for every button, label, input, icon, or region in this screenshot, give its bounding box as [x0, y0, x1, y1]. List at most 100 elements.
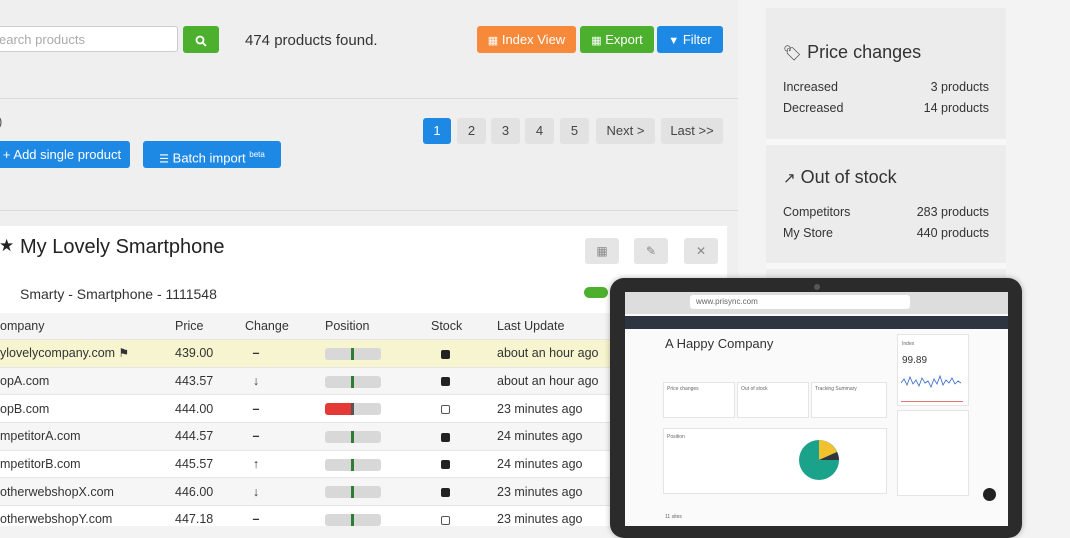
list-icon: ☰ — [159, 153, 170, 166]
delete-button[interactable]: ✕ — [684, 238, 718, 264]
calendar-icon: ▦ — [596, 244, 608, 258]
stock-cell — [431, 449, 497, 478]
decreased-value[interactable]: 14 products — [900, 101, 989, 115]
position-fill — [325, 403, 352, 416]
out-of-stock-title: Out of stock — [800, 167, 897, 187]
laptop-company-title: A Happy Company — [665, 336, 774, 351]
position-bar — [325, 514, 381, 527]
change-cell: – — [245, 394, 325, 423]
company-cell[interactable]: otherwebshopY.com — [0, 505, 175, 533]
company-cell[interactable]: ylovelycompany.com ⚑ — [0, 339, 175, 368]
mini-price-changes: Price changes — [663, 382, 735, 418]
company-cell[interactable]: opB.com — [0, 394, 175, 423]
position-bar — [325, 375, 381, 388]
company-cell[interactable]: otherwebshopX.com — [0, 477, 175, 506]
increased-value[interactable]: 3 products — [900, 80, 989, 94]
company-cell[interactable]: opA.com — [0, 366, 175, 395]
last-page-button[interactable]: Last >> — [661, 118, 723, 144]
position-cell — [325, 422, 431, 451]
column-company[interactable]: ompany — [0, 313, 175, 340]
export-button[interactable]: ▦ Export — [580, 26, 654, 53]
column-position[interactable]: Position — [325, 313, 431, 340]
edit-button[interactable]: ✎ — [634, 238, 668, 264]
mini-position-panel: Position — [663, 428, 887, 494]
position-bar — [325, 486, 381, 499]
position-marker — [351, 486, 354, 499]
position-marker — [351, 458, 354, 471]
batch-import-button[interactable]: ☰ Batch import beta — [143, 141, 281, 168]
mini-index-underline — [901, 401, 963, 402]
flag-icon: ⚑ — [115, 346, 130, 361]
my-store-label: My Store — [783, 226, 834, 240]
mini-price-changes-title: Price changes — [667, 386, 699, 392]
mini-position-title: Position — [667, 434, 685, 440]
calendar-button[interactable]: ▦ — [585, 238, 619, 264]
competitors-label: Competitors — [783, 205, 851, 219]
page-4-button[interactable]: 4 — [525, 118, 554, 144]
stock-cell — [431, 422, 497, 451]
search-button[interactable] — [183, 26, 219, 53]
position-cell — [325, 477, 431, 506]
sidebar-divider — [766, 263, 1006, 269]
out-of-stock-icon — [441, 515, 450, 525]
column-change[interactable]: Change — [245, 313, 325, 340]
divider — [0, 210, 738, 211]
filter-label: Filter — [682, 32, 712, 47]
add-single-product-button[interactable]: + Add single product — [0, 141, 130, 168]
filter-button[interactable]: ▼ Filter — [657, 26, 723, 53]
dash-icon: – — [252, 346, 260, 361]
chat-bubble-icon[interactable] — [983, 488, 996, 501]
column-price[interactable]: Price — [175, 313, 245, 340]
stock-cell — [431, 366, 497, 395]
arrow-down-icon: ↓ — [252, 374, 260, 389]
mini-sites-count: 11 sites — [665, 514, 682, 520]
external-link-icon: ↗ — [783, 170, 796, 187]
price-cell: 444.00 — [175, 394, 245, 423]
next-page-button[interactable]: Next > — [596, 118, 655, 144]
mini-index-value: 99.89 — [902, 355, 928, 366]
change-cell: ↓ — [245, 366, 325, 395]
company-name: opA.com — [0, 374, 50, 389]
mini-out-of-stock-title: Out of stock — [741, 386, 768, 392]
stock-cell — [431, 505, 497, 533]
position-cell — [325, 366, 431, 395]
position-bar — [325, 458, 381, 471]
stock-cell — [431, 339, 497, 368]
page-2-button[interactable]: 2 — [457, 118, 486, 144]
in-stock-icon — [441, 460, 450, 470]
index-view-button[interactable]: ▦ Index View — [477, 26, 576, 53]
price-changes-title: Price changes — [807, 42, 922, 62]
increased-label: Increased — [783, 80, 838, 94]
in-stock-icon — [441, 432, 450, 442]
star-icon[interactable]: ★ — [0, 236, 14, 256]
page-5-button[interactable]: 5 — [560, 118, 589, 144]
my-store-value[interactable]: 440 products — [900, 226, 989, 240]
change-cell: – — [245, 422, 325, 451]
price-cell: 443.57 — [175, 366, 245, 395]
page-1-button[interactable]: 1 — [423, 118, 451, 144]
search-icon — [195, 35, 207, 47]
position-marker — [351, 403, 354, 416]
stray-text: ) — [0, 114, 2, 129]
dash-icon: – — [252, 429, 260, 444]
position-cell — [325, 449, 431, 478]
batch-import-label: Batch import — [172, 150, 246, 166]
change-cell: ↑ — [245, 449, 325, 478]
position-cell — [325, 394, 431, 423]
company-cell[interactable]: mpetitorA.com — [0, 422, 175, 451]
company-cell[interactable]: mpetitorB.com — [0, 449, 175, 478]
search-input[interactable]: earch products — [0, 26, 178, 52]
page-3-button[interactable]: 3 — [491, 118, 520, 144]
mini-index-panel: Index 99.89 — [897, 334, 969, 406]
product-subtitle: Smarty - Smartphone - 1111548 — [20, 286, 217, 302]
in-stock-icon — [441, 377, 450, 387]
competitors-value[interactable]: 283 products — [900, 205, 989, 219]
dash-icon: – — [252, 401, 260, 416]
funnel-icon: ▼ — [668, 35, 680, 47]
column-stock[interactable]: Stock — [431, 313, 497, 340]
index-view-label: Index View — [501, 32, 566, 47]
status-pill — [584, 287, 608, 298]
company-name: mpetitorA.com — [0, 429, 81, 444]
position-bar — [325, 431, 381, 444]
mini-sparkline — [901, 374, 962, 388]
